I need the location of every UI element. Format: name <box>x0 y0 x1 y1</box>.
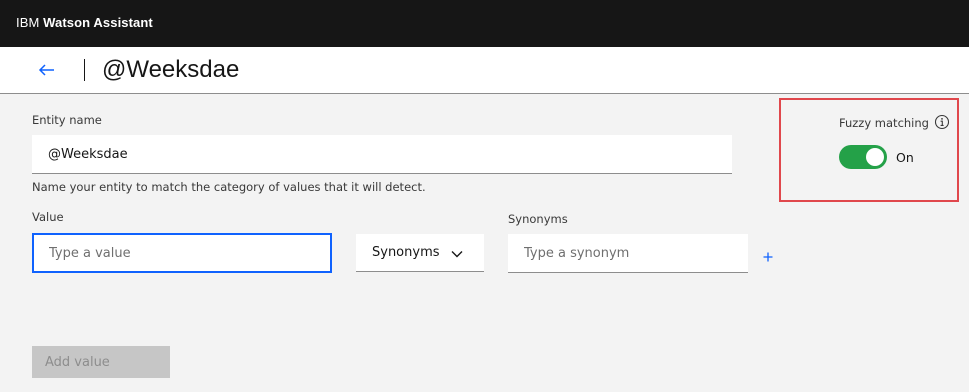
header-divider <box>84 59 85 81</box>
dropdown-selected-value: Synonyms <box>372 245 440 260</box>
top-bar: IBM Watson Assistant <box>0 0 969 47</box>
entity-name-label: Entity name <box>32 113 102 127</box>
fuzzy-matching-label: Fuzzy matching <box>839 116 929 130</box>
fuzzy-matching-toggle[interactable] <box>839 145 887 169</box>
plus-icon[interactable] <box>762 248 774 262</box>
entity-name-field[interactable] <box>32 135 732 174</box>
brand-prefix: IBM <box>16 15 40 30</box>
value-input[interactable] <box>32 233 332 273</box>
info-icon[interactable] <box>934 114 950 130</box>
entity-name-helper: Name your entity to match the category o… <box>32 180 426 194</box>
app-brand[interactable]: IBM Watson Assistant <box>16 15 153 30</box>
brand-name: Watson Assistant <box>43 15 153 30</box>
value-label: Value <box>32 210 64 224</box>
chevron-down-icon <box>450 246 464 260</box>
toggle-knob <box>866 148 884 166</box>
arrow-left-icon[interactable] <box>36 59 58 81</box>
page-title: @Weeksdae <box>102 56 240 83</box>
add-value-button[interactable]: Add value <box>32 346 170 378</box>
value-type-dropdown[interactable]: Synonyms <box>356 234 484 272</box>
synonym-input[interactable] <box>508 234 748 273</box>
synonyms-label: Synonyms <box>508 212 568 226</box>
page-header: @Weeksdae <box>0 47 969 94</box>
toggle-state-label: On <box>896 150 914 165</box>
